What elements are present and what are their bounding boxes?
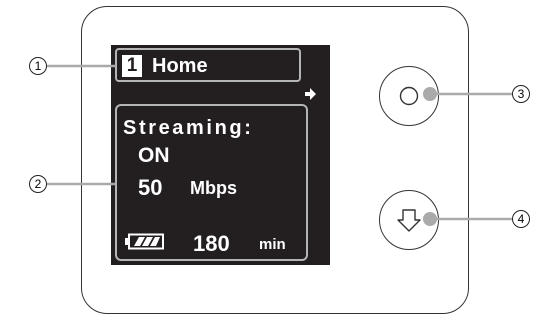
callout-4: 4 [512,210,530,228]
callout-3: 3 [512,85,530,103]
callout-2: 2 [29,175,47,193]
callout-lines [47,64,513,226]
callout-1: 1 [29,57,47,75]
